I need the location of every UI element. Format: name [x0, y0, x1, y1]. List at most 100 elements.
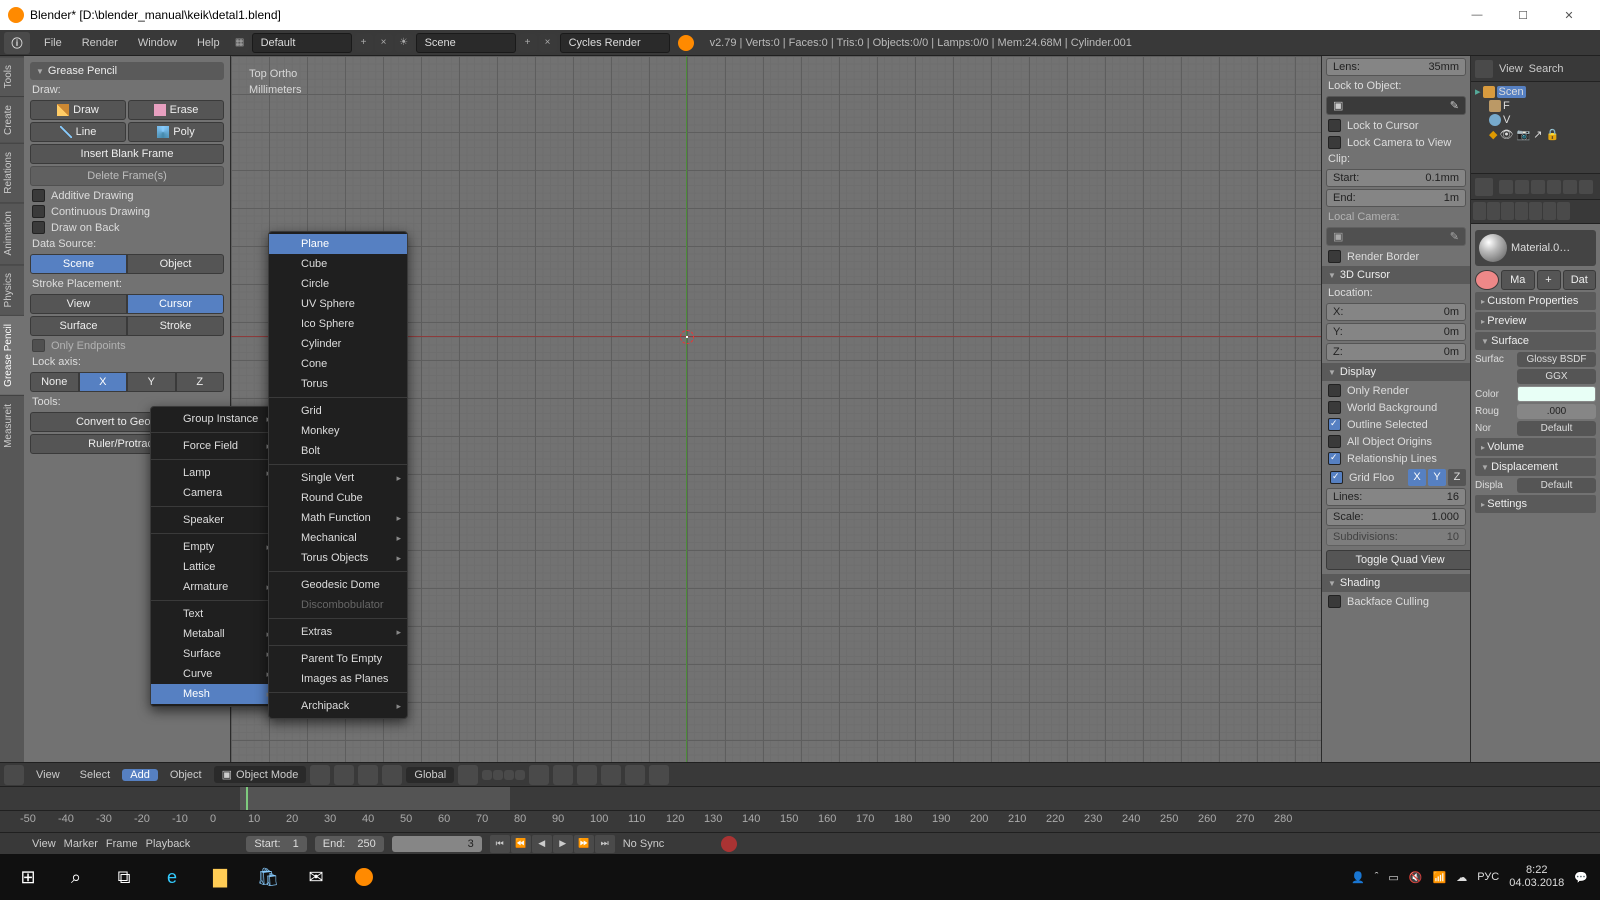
props-context-icon[interactable] — [1499, 180, 1513, 194]
3d-cursor-header[interactable]: 3D Cursor — [1322, 266, 1470, 284]
normal-select[interactable]: Default — [1517, 421, 1596, 436]
tab-relations[interactable]: Relations — [0, 143, 24, 202]
prop-tab[interactable] — [1487, 202, 1500, 220]
menu-object[interactable]: Object — [162, 769, 210, 781]
displacement-header[interactable]: Displacement — [1475, 458, 1596, 476]
material-name-field[interactable]: Ma — [1501, 270, 1535, 290]
grid-subdiv-field[interactable]: Subdivisions:10 — [1326, 528, 1466, 546]
sync-select[interactable]: No Sync — [623, 838, 713, 850]
mesh-menu-item[interactable]: Archipack — [269, 696, 407, 716]
surface-header[interactable]: Surface — [1475, 332, 1596, 350]
mesh-menu-item[interactable]: Ico Sphere — [269, 314, 407, 334]
mesh-menu-item[interactable]: Cone — [269, 354, 407, 374]
mesh-menu-item[interactable]: Plane — [269, 234, 407, 254]
tab-grease-pencil[interactable]: Grease Pencil — [0, 315, 24, 395]
all-origins-check[interactable]: All Object Origins — [1322, 433, 1470, 450]
end-frame-field[interactable]: End:250 — [315, 836, 384, 852]
mesh-menu-item[interactable]: Mechanical — [269, 528, 407, 548]
lock-to-cursor-check[interactable]: Lock to Cursor — [1322, 117, 1470, 134]
autokey-icon[interactable] — [198, 836, 214, 852]
orientation-select[interactable]: Global — [406, 767, 454, 783]
outliner-search[interactable]: Search — [1529, 63, 1564, 75]
props-context-icon[interactable] — [1531, 180, 1545, 194]
prop-tab[interactable] — [1529, 202, 1542, 220]
timeline-type-icon[interactable] — [6, 835, 24, 853]
la-z[interactable]: Z — [176, 372, 225, 392]
only-endpoints-check[interactable]: Only Endpoints — [32, 339, 222, 352]
prop-tab[interactable] — [1515, 202, 1528, 220]
key-del-icon[interactable] — [1578, 836, 1594, 852]
delete-frames-button[interactable]: Delete Frame(s) — [30, 166, 224, 186]
record-icon[interactable] — [721, 836, 737, 852]
lens-field[interactable]: Lens:35mm — [1326, 58, 1466, 76]
displacement-select[interactable]: Default — [1517, 478, 1596, 493]
mesh-menu-item[interactable]: Grid — [269, 401, 407, 421]
mesh-menu-item[interactable]: Parent To Empty — [269, 649, 407, 669]
add-menu-item[interactable]: Curve — [151, 664, 277, 684]
add-menu-item[interactable]: Mesh — [151, 684, 277, 704]
edge-icon[interactable]: e — [148, 854, 196, 900]
snap-type-icon[interactable] — [553, 765, 573, 785]
keyset-icon[interactable] — [222, 836, 238, 852]
wifi-icon[interactable]: 📶 — [1433, 871, 1447, 884]
editor-type-icon[interactable]: ⓘ — [4, 32, 30, 54]
grid-y[interactable]: Y — [1428, 469, 1446, 486]
settings-header[interactable]: Settings — [1475, 495, 1596, 513]
volume-header[interactable]: Volume — [1475, 438, 1596, 456]
layout-add-icon[interactable]: + — [355, 34, 373, 52]
props-context-icon[interactable] — [1579, 180, 1593, 194]
ds-scene[interactable]: Scene — [30, 254, 127, 274]
search-icon[interactable]: ⌕ — [52, 854, 100, 900]
timeline-track[interactable] — [0, 787, 1600, 811]
tl-frame[interactable]: Frame — [106, 838, 138, 850]
task-view-icon[interactable]: ⧉ — [100, 854, 148, 900]
add-menu-item[interactable]: Text — [151, 604, 277, 624]
lang-indicator[interactable]: РУС — [1477, 871, 1499, 883]
continuous-drawing-check[interactable]: Continuous Drawing — [32, 205, 222, 218]
onedrive-icon[interactable]: ☁ — [1456, 871, 1467, 884]
tl-marker[interactable]: Marker — [64, 838, 98, 850]
tab-create[interactable]: Create — [0, 96, 24, 143]
tab-animation[interactable]: Animation — [0, 202, 24, 263]
only-render-check[interactable]: Only Render — [1322, 382, 1470, 399]
screen-layout-select[interactable]: Default — [252, 33, 352, 53]
layout-icon[interactable]: ▦ — [231, 34, 249, 52]
mesh-menu-item[interactable]: Cube — [269, 254, 407, 274]
preview-header[interactable]: Preview — [1475, 312, 1596, 330]
menu-help[interactable]: Help — [187, 37, 230, 49]
proportional-icon[interactable] — [577, 765, 597, 785]
explorer-icon[interactable]: ▇ — [196, 854, 244, 900]
menu-file[interactable]: File — [34, 37, 72, 49]
cursor-x[interactable]: X:0m — [1326, 303, 1466, 321]
tl-playback[interactable]: Playback — [146, 838, 191, 850]
pivot-icon[interactable] — [334, 765, 354, 785]
clip-start-field[interactable]: Start:0.1mm — [1326, 169, 1466, 187]
la-none[interactable]: None — [30, 372, 79, 392]
cursor-z[interactable]: Z:0m — [1326, 343, 1466, 361]
keying-icon[interactable] — [745, 836, 761, 852]
jump-start-button[interactable]: ⏮ — [490, 835, 510, 853]
current-frame-field[interactable]: 3 — [392, 836, 482, 852]
blender-taskbar-icon[interactable] — [340, 854, 388, 900]
prop-tab[interactable] — [1557, 202, 1570, 220]
menu-render[interactable]: Render — [72, 37, 128, 49]
tray-up-icon[interactable]: ˆ — [1375, 871, 1379, 883]
scene-icon[interactable]: ☀ — [395, 34, 413, 52]
mesh-menu-item[interactable]: Extras — [269, 622, 407, 642]
props-context-icon[interactable] — [1515, 180, 1529, 194]
snap-icon[interactable] — [529, 765, 549, 785]
grid-scale-field[interactable]: Scale:1.000 — [1326, 508, 1466, 526]
add-menu-item[interactable]: Force Field — [151, 436, 277, 456]
grid-lines-field[interactable]: Lines:16 — [1326, 488, 1466, 506]
close-button[interactable]: ✕ — [1546, 0, 1592, 30]
prop-tab[interactable] — [1473, 202, 1486, 220]
material-slot[interactable]: Material.0… — [1475, 230, 1596, 266]
store-icon[interactable]: 🛍 — [244, 854, 292, 900]
add-menu-item[interactable]: Group Instance — [151, 409, 277, 429]
grid-floor-check[interactable]: Grid Floo — [1326, 469, 1406, 486]
notifications-icon[interactable]: 💬 — [1574, 871, 1588, 884]
menu-window[interactable]: Window — [128, 37, 187, 49]
manipulator-icon[interactable] — [358, 765, 378, 785]
outliner[interactable]: ▸Scen F V ◆👁 📷 ↗ 🔒 — [1471, 82, 1600, 174]
grid-x[interactable]: X — [1408, 469, 1426, 486]
